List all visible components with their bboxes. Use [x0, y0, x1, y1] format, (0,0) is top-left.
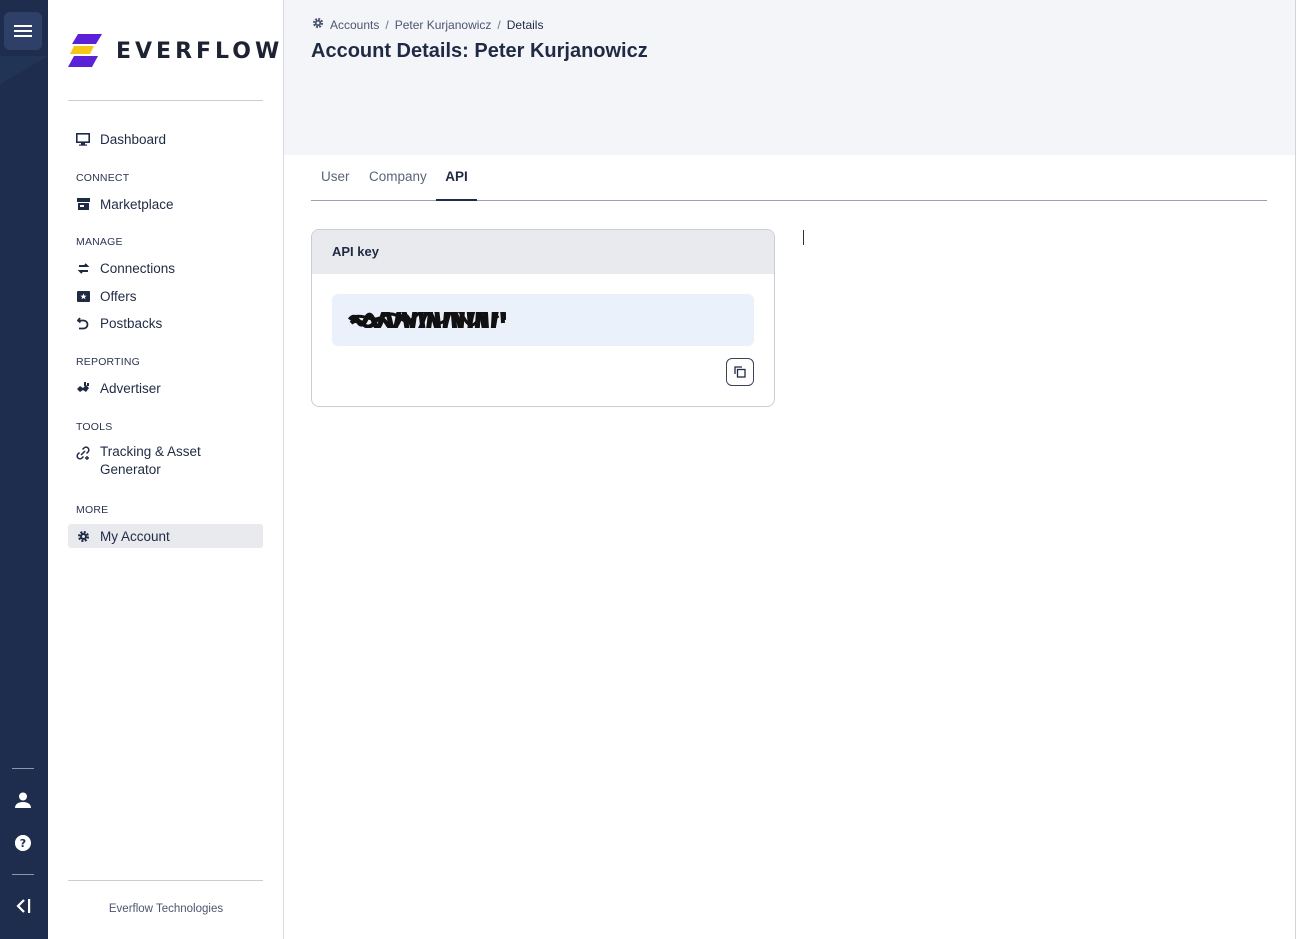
rail-divider [12, 874, 34, 875]
sidebar-item-label: Offers [100, 288, 137, 304]
tab-bar: User Company API [311, 155, 1267, 201]
tab-user[interactable]: User [321, 169, 350, 201]
sidebar-item-label: Marketplace [100, 196, 174, 212]
card-title: API key [312, 230, 774, 274]
sidebar-item-label: My Account [100, 528, 170, 544]
sidebar-item-label: Advertiser [100, 380, 161, 396]
handshake-icon [76, 381, 90, 395]
copy-button[interactable] [726, 358, 754, 386]
sidebar-footer: Everflow Technologies [108, 903, 224, 915]
sidebar-item-label: Postbacks [100, 315, 163, 331]
svg-text:?: ? [20, 837, 26, 850]
breadcrumb-separator: / [497, 17, 501, 32]
sidebar-item-my-account[interactable]: My Account [68, 524, 263, 548]
menu-icon [14, 25, 32, 37]
sidebar-item-label: Connections [100, 260, 176, 276]
user-icon[interactable] [12, 789, 34, 811]
api-key-field[interactable] [332, 294, 754, 346]
offers-icon [76, 289, 90, 303]
main-content: User Company API API key [284, 155, 1295, 939]
link-add-icon [76, 446, 90, 460]
sidebar-item-dashboard[interactable]: Dashboard [68, 127, 263, 151]
section-label-reporting: REPORTING [76, 356, 141, 368]
rail-divider [12, 768, 34, 769]
app-rail: ? [0, 0, 48, 939]
arrows-swap-icon [76, 261, 90, 275]
help-icon[interactable]: ? [12, 832, 34, 854]
brand-name: EVERFLOW [116, 38, 284, 64]
breadcrumb-current: Details [506, 17, 544, 32]
tab-company[interactable]: Company [369, 169, 427, 201]
sidebar-item-label: Dashboard [100, 131, 167, 147]
gear-icon [312, 17, 324, 32]
breadcrumb: Accounts / Peter Kurjanowicz / Details [312, 17, 543, 32]
undo-icon [76, 316, 90, 330]
sidebar-item-postbacks[interactable]: Postbacks [68, 311, 263, 335]
monitor-icon [76, 132, 90, 146]
section-label-manage: MANAGE [76, 236, 123, 248]
gear-icon [76, 529, 90, 543]
sidebar-item-label: Tracking & Asset Generator [100, 443, 201, 479]
logo[interactable]: EVERFLOW [68, 34, 283, 68]
sidebar: EVERFLOW Dashboard CONNECT Marketplace M… [48, 0, 284, 939]
breadcrumb-accounts[interactable]: Accounts [330, 18, 379, 32]
sidebar-item-advertiser[interactable]: Advertiser [68, 376, 263, 400]
text-cursor [803, 230, 804, 245]
copy-icon [734, 366, 746, 378]
section-label-more: MORE [76, 504, 109, 516]
redacted-key-scribble [348, 312, 506, 328]
label-line-2: Generator [100, 462, 161, 477]
section-label-connect: CONNECT [76, 172, 130, 184]
sidebar-item-tracking-asset-generator[interactable]: Tracking & Asset Generator [68, 442, 263, 480]
store-icon [76, 197, 90, 211]
api-key-card: API key [311, 229, 775, 407]
page-title: Account Details: Peter Kurjanowicz [311, 40, 648, 62]
breadcrumb-account-name[interactable]: Peter Kurjanowicz [395, 18, 492, 32]
section-label-tools: TOOLS [76, 421, 113, 433]
collapse-icon[interactable] [12, 895, 34, 917]
breadcrumb-separator: / [385, 17, 389, 32]
tab-api[interactable]: API [436, 169, 477, 201]
sidebar-item-marketplace[interactable]: Marketplace [68, 192, 263, 216]
menu-button[interactable] [4, 12, 42, 50]
sidebar-item-connections[interactable]: Connections [68, 256, 263, 280]
rail-decoration [0, 56, 48, 84]
everflow-logo-icon [68, 34, 102, 67]
page-header: Accounts / Peter Kurjanowicz / Details A… [284, 0, 1295, 155]
sidebar-divider [68, 100, 263, 101]
sidebar-divider [68, 880, 263, 881]
sidebar-item-offers[interactable]: Offers [68, 284, 263, 308]
label-line-1: Tracking & Asset [100, 444, 201, 459]
